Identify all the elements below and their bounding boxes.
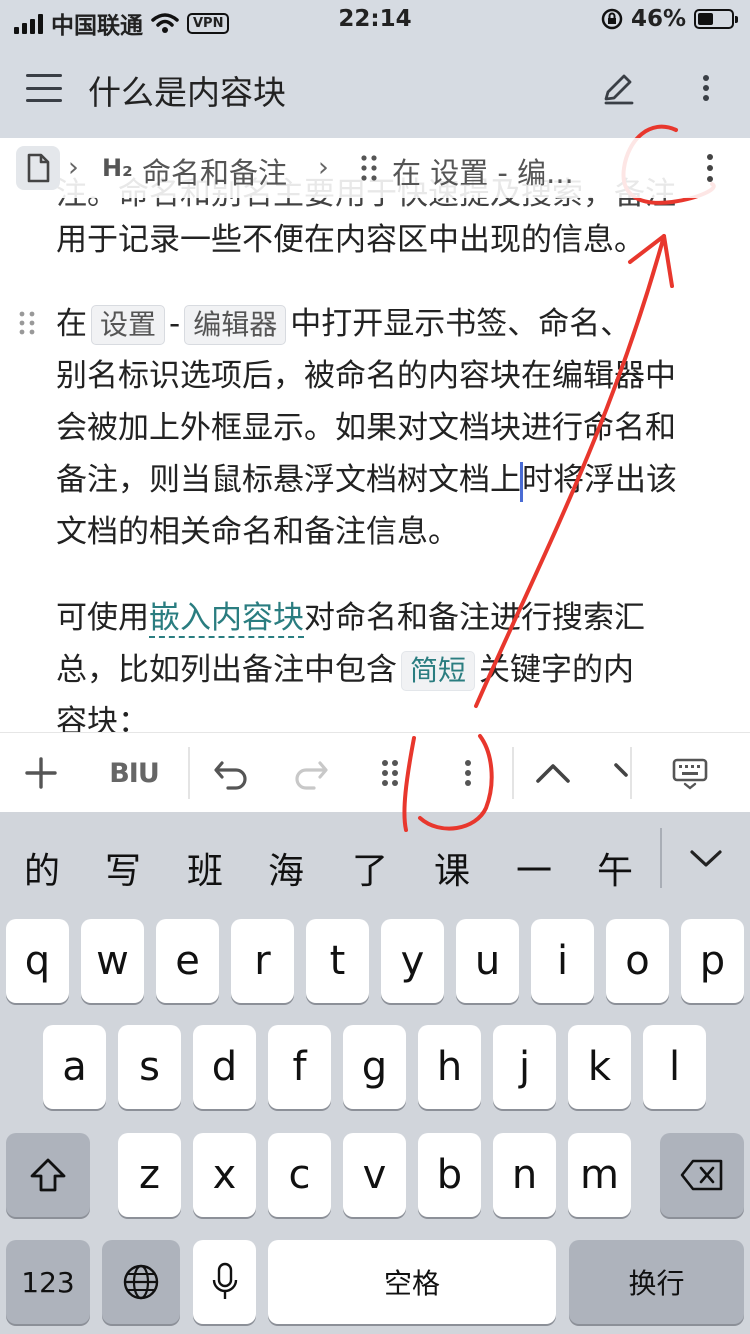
pencil-icon[interactable]: [598, 68, 638, 108]
key[interactable]: e: [156, 919, 219, 1003]
key[interactable]: f: [268, 1025, 331, 1109]
candidate[interactable]: 课: [434, 842, 470, 894]
status-bar: 中国联通 VPN 22:14 46%: [0, 0, 750, 40]
candidate[interactable]: 的: [24, 842, 60, 894]
key[interactable]: k: [568, 1025, 631, 1109]
more-vertical-icon[interactable]: [700, 150, 720, 186]
candidate[interactable]: 写: [105, 842, 141, 894]
shift-key[interactable]: [6, 1133, 90, 1217]
breadcrumb-separator: ›: [68, 152, 79, 183]
key[interactable]: b: [418, 1133, 481, 1217]
more-vertical-icon[interactable]: [458, 755, 478, 791]
more-vertical-icon[interactable]: [694, 70, 718, 106]
app-header: 什么是内容块: [0, 40, 750, 138]
toolbar-divider: [512, 747, 514, 799]
key[interactable]: g: [343, 1025, 406, 1109]
key[interactable]: q: [6, 919, 69, 1003]
breadcrumb-heading[interactable]: 命名和备注: [142, 150, 287, 192]
breadcrumb: › H₂ 命名和备注 › 在 设置 - 编...: [0, 138, 750, 198]
key[interactable]: s: [118, 1025, 181, 1109]
editor-toolbar: BIU: [0, 732, 750, 812]
drag-handle-icon[interactable]: [18, 311, 36, 335]
key[interactable]: r: [231, 919, 294, 1003]
candidate[interactable]: 了: [352, 842, 388, 894]
breadcrumb-separator: ›: [318, 152, 329, 183]
key[interactable]: d: [193, 1025, 256, 1109]
plus-icon[interactable]: [24, 755, 58, 791]
candidate-bar: 的 写 班 海 了 课 一 午: [0, 812, 750, 908]
key[interactable]: t: [306, 919, 369, 1003]
key[interactable]: a: [43, 1025, 106, 1109]
chevron-down-icon[interactable]: [688, 846, 724, 870]
key[interactable]: u: [456, 919, 519, 1003]
microphone-key[interactable]: [193, 1240, 256, 1324]
format-button[interactable]: BIU: [104, 755, 164, 791]
microphone-icon: [212, 1262, 237, 1299]
backspace-key[interactable]: [660, 1133, 744, 1217]
backspace-icon: [680, 1159, 723, 1191]
key[interactable]: l: [643, 1025, 706, 1109]
rotation-lock-icon: [601, 8, 623, 30]
toolbar-divider: [630, 747, 632, 799]
key[interactable]: m: [568, 1133, 631, 1217]
keyboard: 的 写 班 海 了 课 一 午 q w e r t y u i o p a s …: [0, 812, 750, 1334]
drag-handle-icon[interactable]: [380, 755, 400, 791]
globe-icon: [123, 1264, 159, 1300]
battery-icon: [694, 9, 738, 29]
key[interactable]: i: [531, 919, 594, 1003]
paragraph-2: 在设置 - 编辑器 中打开显示书签、命名、 别名标识选项后，被命名的内容块在编辑器中 …: [56, 305, 677, 550]
key[interactable]: w: [81, 919, 144, 1003]
paragraph-1-end: 用于记录一些不便在内容区中出现的信息。: [56, 222, 645, 258]
return-key[interactable]: 换行: [569, 1240, 744, 1324]
space-key[interactable]: 空格: [268, 1240, 556, 1324]
status-right: 46%: [601, 6, 738, 32]
key[interactable]: v: [343, 1133, 406, 1217]
candidate[interactable]: 海: [268, 842, 304, 894]
key[interactable]: n: [493, 1133, 556, 1217]
shift-icon: [30, 1158, 66, 1192]
editor-content[interactable]: 注。命名和别名主要用于快速提及搜索，备注 › H₂ 命名和备注 › 在 设置 -…: [0, 138, 750, 732]
chevron-up-icon[interactable]: [534, 755, 572, 791]
toolbar-divider: [188, 747, 190, 799]
paragraph-3: 可使用嵌入内容块对命名和备注进行搜索汇 总，比如列出备注中包含 简短 关键字的内 容…: [56, 600, 645, 732]
key[interactable]: j: [493, 1025, 556, 1109]
chevron-right-icon[interactable]: [612, 755, 628, 791]
candidate-divider: [660, 828, 662, 888]
hamburger-icon[interactable]: [26, 74, 62, 102]
keyboard-hide-icon[interactable]: [672, 755, 708, 791]
numbers-key[interactable]: 123: [6, 1240, 90, 1324]
key[interactable]: o: [606, 919, 669, 1003]
settings-tag: 设置: [91, 305, 166, 345]
keyword-tag: 简短: [401, 651, 476, 691]
breadcrumb-block[interactable]: 在 设置 - 编...: [392, 150, 574, 192]
undo-icon[interactable]: [212, 755, 250, 791]
battery-percent: 46%: [630, 6, 686, 32]
document-icon[interactable]: [16, 146, 60, 190]
embed-block-link[interactable]: 嵌入内容块: [149, 600, 304, 638]
key[interactable]: c: [268, 1133, 331, 1217]
redo-icon[interactable]: [292, 755, 330, 791]
editor-tag: 编辑器: [184, 305, 287, 345]
heading-marker: H₂: [102, 154, 133, 182]
candidate[interactable]: 一: [516, 842, 552, 894]
key[interactable]: h: [418, 1025, 481, 1109]
globe-key[interactable]: [102, 1240, 180, 1324]
key[interactable]: x: [193, 1133, 256, 1217]
candidate[interactable]: 班: [187, 842, 223, 894]
key[interactable]: y: [381, 919, 444, 1003]
drag-handle-icon: [361, 155, 377, 181]
candidate[interactable]: 午: [597, 842, 633, 894]
key[interactable]: p: [681, 919, 744, 1003]
key[interactable]: z: [118, 1133, 181, 1217]
page-title: 什么是内容块: [88, 73, 286, 112]
